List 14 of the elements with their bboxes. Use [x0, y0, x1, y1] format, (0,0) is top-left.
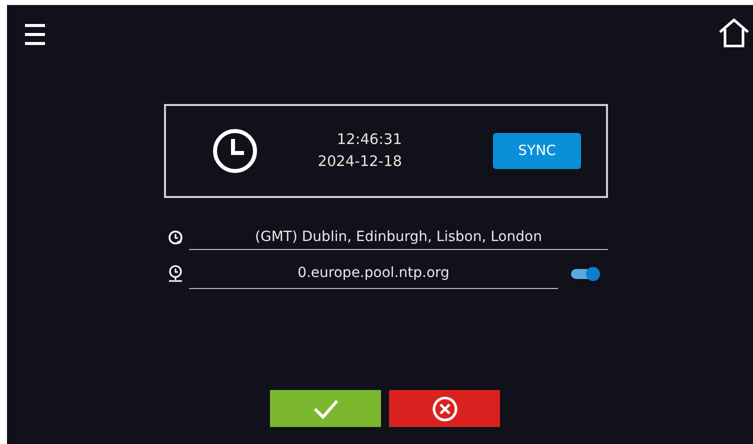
date-text: 2024-12-18	[318, 153, 402, 172]
clock-icon	[212, 128, 258, 174]
checkmark-icon	[312, 398, 338, 418]
home-icon[interactable]	[718, 18, 750, 48]
timezone-icon	[168, 230, 183, 244]
server-clock-icon	[168, 265, 183, 282]
timezone-field[interactable]: (GMT) Dublin, Edinburgh, Lisbon, London	[189, 224, 608, 250]
menu-icon[interactable]	[25, 24, 45, 46]
cancel-button[interactable]	[389, 390, 500, 427]
sync-button[interactable]: SYNC	[493, 133, 581, 169]
ntp-server-field[interactable]: 0.europe.pool.ntp.org	[189, 258, 558, 289]
ntp-toggle[interactable]	[571, 266, 601, 280]
time-text: 12:46:31	[336, 131, 402, 150]
close-icon	[432, 396, 458, 422]
